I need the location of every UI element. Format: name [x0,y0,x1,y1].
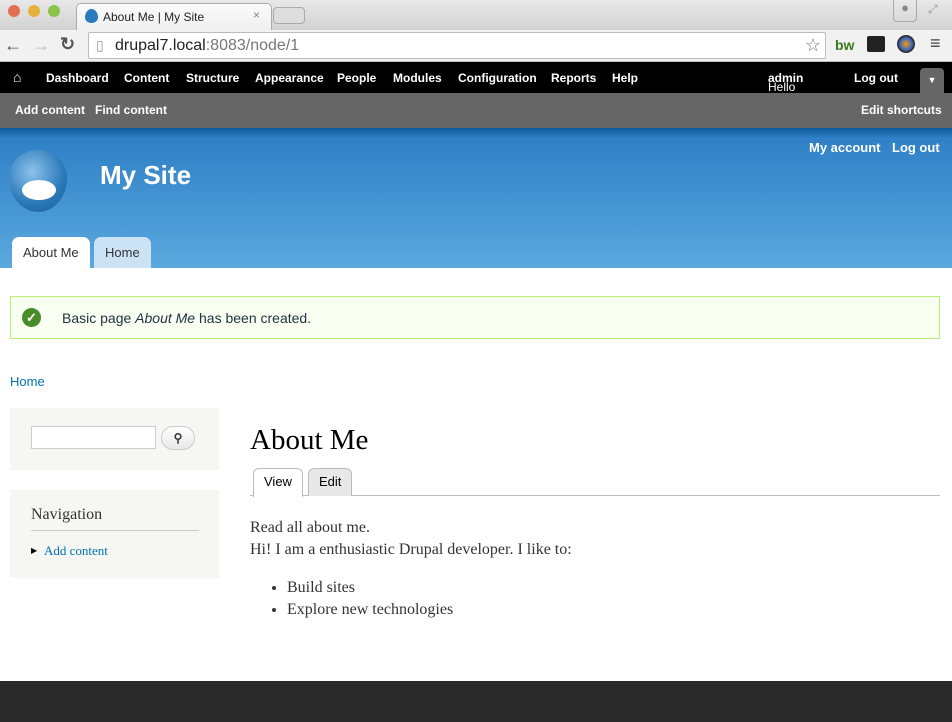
camera-extension-icon[interactable] [897,35,915,53]
collapsed-arrow-icon: ▶ [31,546,38,555]
close-tab-icon[interactable]: × [253,8,260,22]
main-content: About Me View Edit [250,424,940,497]
home-icon[interactable]: ⌂ [13,69,21,85]
browser-tab[interactable]: About Me | My Site × [76,3,272,30]
forward-icon[interactable]: → [32,35,50,56]
minimize-window-button[interactable] [28,5,40,17]
drupal-favicon-icon [85,9,98,23]
list-item: Build sites [287,577,572,599]
admin-menu-modules[interactable]: Modules [393,71,442,85]
admin-menu-configuration[interactable]: Configuration [458,71,537,85]
tab-edit[interactable]: Edit [308,468,353,496]
address-bar[interactable]: ▯ drupal7.local:8083/node/1 ☆ [88,32,826,59]
toggle-shortcuts-icon[interactable]: ▼ [920,68,944,93]
drupal-logo[interactable] [9,150,67,212]
node-body: Read all about me. Hi! I am a enthusiast… [250,517,572,621]
search-icon: ⚲ [173,431,183,445]
profile-icon[interactable]: ● [893,0,917,22]
my-account-link[interactable]: My account [809,140,881,155]
admin-menu-people[interactable]: People [337,71,376,85]
list-item: Explore new technologies [287,599,572,621]
message-text: Basic page [62,310,136,326]
logo-face [22,180,56,200]
primary-tab-about-me[interactable]: About Me [12,237,90,268]
tab-view[interactable]: View [253,468,303,497]
body-paragraph: Hi! I am a enthusiastic Drupal developer… [250,541,572,558]
url-path: :8083/node/1 [205,37,300,54]
extension-icon[interactable] [867,36,885,52]
admin-toolbar: ⌂ Dashboard Content Structure Appearance… [0,62,952,94]
admin-menu-reports[interactable]: Reports [551,71,596,85]
tab-title: About Me | My Site [103,10,205,24]
admin-menu-structure[interactable]: Structure [186,71,239,85]
close-window-button[interactable] [8,5,20,17]
admin-menu-help[interactable]: Help [612,71,638,85]
site-name[interactable]: My Site [100,160,191,191]
search-button[interactable]: ⚲ [161,426,195,450]
site-header: My Site My account Log out About Me Home [0,128,952,268]
admin-menu-content[interactable]: Content [124,71,169,85]
message-text-end: has been created. [195,310,312,326]
back-icon[interactable]: ← [4,35,22,56]
hello-text: Hello [768,80,796,94]
maximize-window-button[interactable] [48,5,60,17]
search-block: ⚲ [10,408,219,470]
tabs-divider [250,495,940,496]
admin-logout-link[interactable]: Log out [854,71,898,85]
navigation-title: Navigation [31,506,199,531]
navigation-block: Navigation ▶ Add content [10,490,219,578]
page-title: About Me [250,424,369,456]
body-paragraph: Read all about me. [250,519,370,536]
bookmark-star-icon[interactable]: ☆ [805,33,821,58]
status-message: ✓ Basic page About Me has been created. [10,296,940,339]
message-node-title: About Me [135,310,196,326]
edit-shortcuts-link[interactable]: Edit shortcuts [861,103,942,117]
menu-icon[interactable]: ≡ [930,33,941,54]
header-logout-link[interactable]: Log out [892,140,940,155]
admin-menu-appearance[interactable]: Appearance [255,71,324,85]
admin-menu-dashboard[interactable]: Dashboard [46,71,109,85]
page-icon: ▯ [96,37,104,53]
bw-extension-icon[interactable]: bw [835,37,854,53]
site-footer [0,681,952,722]
nav-add-content-link[interactable]: Add content [44,543,108,559]
search-input[interactable] [31,426,156,449]
primary-tab-home[interactable]: Home [94,237,151,268]
shortcut-find-content[interactable]: Find content [95,103,167,117]
url-host: drupal7.local [115,37,206,54]
browser-tabstrip: About Me | My Site × ● ⤢ [0,0,952,30]
shortcut-add-content[interactable]: Add content [15,103,85,117]
breadcrumb-home[interactable]: Home [10,374,45,389]
check-icon: ✓ [22,308,41,327]
new-tab-button[interactable] [273,7,305,24]
shortcuts-bar: Add content Find content Edit shortcuts [0,93,952,128]
reload-icon[interactable]: ↻ [60,34,75,55]
fullscreen-icon[interactable]: ⤢ [928,2,938,17]
